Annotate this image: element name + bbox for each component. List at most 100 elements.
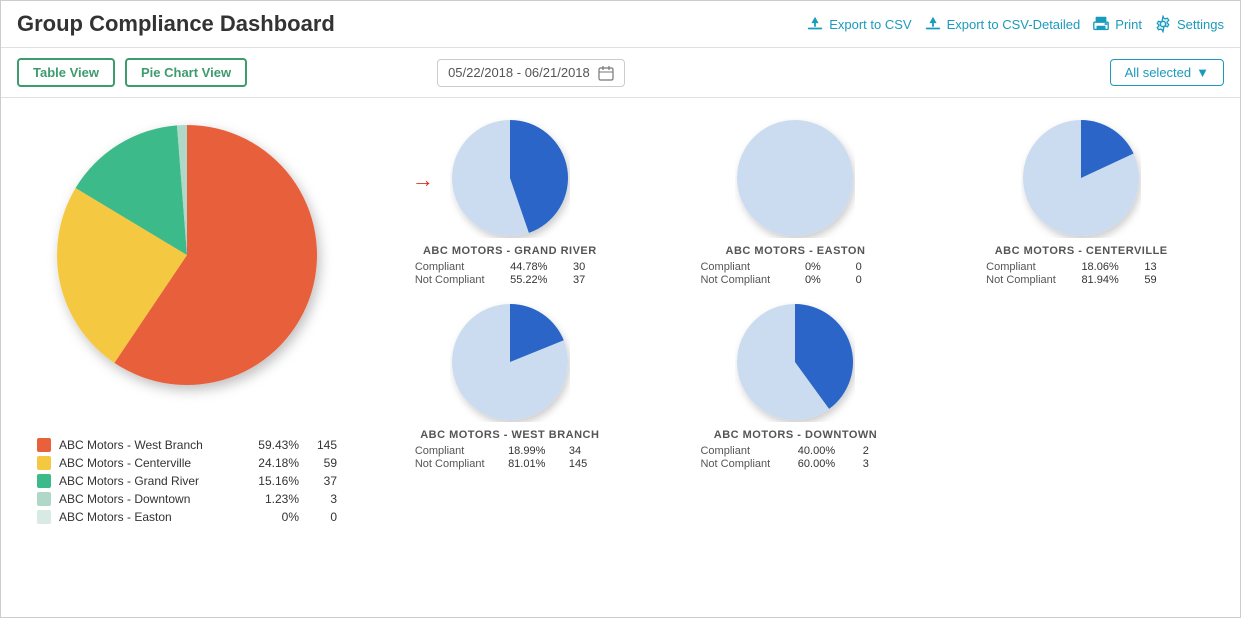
right-panel: → ABC MOTORS - GRAND RIVER Compliant 44.… xyxy=(357,110,1224,605)
not-compliant-val: 145 xyxy=(569,458,605,470)
legend-color-swatch xyxy=(37,456,51,470)
not-compliant-label: Not Compliant xyxy=(986,274,1075,286)
calendar-icon xyxy=(598,65,614,81)
chart-name: ABC MOTORS - GRAND RIVER xyxy=(423,245,597,257)
legend-label: ABC Motors - Downtown xyxy=(59,492,243,506)
compliant-label: Compliant xyxy=(700,445,791,457)
legend-val: 59 xyxy=(307,456,337,470)
chart-cell-downtown: ABC MOTORS - DOWNTOWN Compliant 40.00% 2… xyxy=(653,294,939,478)
legend-item: ABC Motors - Centerville 24.18% 59 xyxy=(37,456,337,470)
not-compliant-val: 59 xyxy=(1144,274,1176,286)
small-pie-svg xyxy=(450,302,570,422)
legend-val: 145 xyxy=(307,438,337,452)
not-compliant-label: Not Compliant xyxy=(415,274,504,286)
small-pie-svg xyxy=(735,302,855,422)
toolbar: Table View Pie Chart View 05/22/2018 - 0… xyxy=(1,48,1240,98)
compliant-val: 13 xyxy=(1144,261,1176,273)
legend-val: 3 xyxy=(307,492,337,506)
not-compliant-val: 3 xyxy=(863,458,891,470)
print-icon xyxy=(1092,15,1110,33)
not-compliant-pct: 81.94% xyxy=(1081,274,1138,286)
all-selected-label: All selected xyxy=(1125,65,1191,80)
export-csv-button[interactable]: Export to CSV xyxy=(806,15,911,33)
not-compliant-pct: 55.22% xyxy=(510,274,567,286)
print-label: Print xyxy=(1115,17,1142,32)
compliant-pct: 44.78% xyxy=(510,261,567,273)
export-csv-detailed-button[interactable]: Export to CSV-Detailed xyxy=(924,15,1081,33)
not-compliant-pct: 0% xyxy=(805,274,850,286)
export-detailed-icon xyxy=(924,15,942,33)
legend-pct: 1.23% xyxy=(251,492,299,506)
not-compliant-val: 37 xyxy=(573,274,605,286)
main-legend: ABC Motors - West Branch 59.43% 145 ABC … xyxy=(37,438,337,528)
legend-label: ABC Motors - Grand River xyxy=(59,474,243,488)
not-compliant-label: Not Compliant xyxy=(415,458,502,470)
legend-val: 37 xyxy=(307,474,337,488)
legend-color-swatch xyxy=(37,438,51,452)
chart-cell-west-branch: ABC MOTORS - WEST BRANCH Compliant 18.99… xyxy=(367,294,653,478)
header: Group Compliance Dashboard Export to CSV… xyxy=(1,1,1240,48)
not-compliant-label: Not Compliant xyxy=(700,274,798,286)
legend-item: ABC Motors - Grand River 15.16% 37 xyxy=(37,474,337,488)
compliant-label: Compliant xyxy=(986,261,1075,273)
small-chart-pie-wrapper xyxy=(735,302,855,425)
compliant-pct: 18.06% xyxy=(1081,261,1138,273)
all-selected-button[interactable]: All selected ▼ xyxy=(1110,59,1224,86)
compliant-pct: 40.00% xyxy=(798,445,857,457)
page-container: Group Compliance Dashboard Export to CSV… xyxy=(0,0,1241,618)
chart-cell-grand-river: → ABC MOTORS - GRAND RIVER Compliant 44.… xyxy=(367,110,653,294)
settings-label: Settings xyxy=(1177,17,1224,32)
table-view-button[interactable]: Table View xyxy=(17,58,115,87)
date-range-value: 05/22/2018 - 06/21/2018 xyxy=(448,65,590,80)
small-chart-pie-wrapper xyxy=(450,302,570,425)
compliant-val: 0 xyxy=(856,261,891,273)
date-range-picker[interactable]: 05/22/2018 - 06/21/2018 xyxy=(437,59,625,87)
not-compliant-val: 0 xyxy=(856,274,891,286)
compliant-val: 2 xyxy=(863,445,891,457)
chart-name: ABC MOTORS - DOWNTOWN xyxy=(714,429,877,441)
chart-name: ABC MOTORS - EASTON xyxy=(726,245,866,257)
chart-stats: Compliant 40.00% 2 Not Compliant 60.00% … xyxy=(700,445,890,470)
legend-label: ABC Motors - Centerville xyxy=(59,456,243,470)
compliant-pct: 0% xyxy=(805,261,850,273)
pie-chart-view-button[interactable]: Pie Chart View xyxy=(125,58,247,87)
charts-grid: → ABC MOTORS - GRAND RIVER Compliant 44.… xyxy=(367,110,1224,478)
chart-cell-centerville: ABC MOTORS - CENTERVILLE Compliant 18.06… xyxy=(938,110,1224,294)
export-csv-detailed-label: Export to CSV-Detailed xyxy=(947,17,1081,32)
chart-name: ABC MOTORS - CENTERVILLE xyxy=(995,245,1168,257)
not-compliant-pct: 60.00% xyxy=(798,458,857,470)
legend-item: ABC Motors - West Branch 59.43% 145 xyxy=(37,438,337,452)
legend-label: ABC Motors - Easton xyxy=(59,510,243,524)
not-compliant-label: Not Compliant xyxy=(700,458,791,470)
legend-pct: 15.16% xyxy=(251,474,299,488)
legend-color-swatch xyxy=(37,474,51,488)
compliant-val: 34 xyxy=(569,445,605,457)
legend-item: ABC Motors - Easton 0% 0 xyxy=(37,510,337,524)
small-pie-svg xyxy=(1021,118,1141,238)
legend-pct: 59.43% xyxy=(251,438,299,452)
not-compliant-pct: 81.01% xyxy=(508,458,563,470)
export-csv-label: Export to CSV xyxy=(829,17,911,32)
left-panel: ABC Motors - West Branch 59.43% 145 ABC … xyxy=(17,110,357,605)
chart-cell-easton: ABC MOTORS - EASTON Compliant 0% 0 Not C… xyxy=(653,110,939,294)
small-pie-svg xyxy=(735,118,855,238)
main-pie-svg xyxy=(37,110,337,405)
legend-pct: 24.18% xyxy=(251,456,299,470)
print-button[interactable]: Print xyxy=(1092,15,1142,33)
compliant-pct: 18.99% xyxy=(508,445,563,457)
compliant-label: Compliant xyxy=(415,445,502,457)
settings-icon xyxy=(1154,15,1172,33)
legend-color-swatch xyxy=(37,510,51,524)
chart-name: ABC MOTORS - WEST BRANCH xyxy=(420,429,599,441)
page-title: Group Compliance Dashboard xyxy=(17,11,335,37)
arrow-indicator: → xyxy=(412,167,434,193)
chart-stats: Compliant 44.78% 30 Not Compliant 55.22%… xyxy=(415,261,605,286)
legend-pct: 0% xyxy=(251,510,299,524)
compliant-val: 30 xyxy=(573,261,605,273)
small-pie-svg xyxy=(450,118,570,238)
settings-button[interactable]: Settings xyxy=(1154,15,1224,33)
header-actions: Export to CSV Export to CSV-Detailed Pri… xyxy=(806,15,1224,33)
legend-val: 0 xyxy=(307,510,337,524)
compliant-label: Compliant xyxy=(700,261,798,273)
small-chart-pie-wrapper xyxy=(735,118,855,241)
